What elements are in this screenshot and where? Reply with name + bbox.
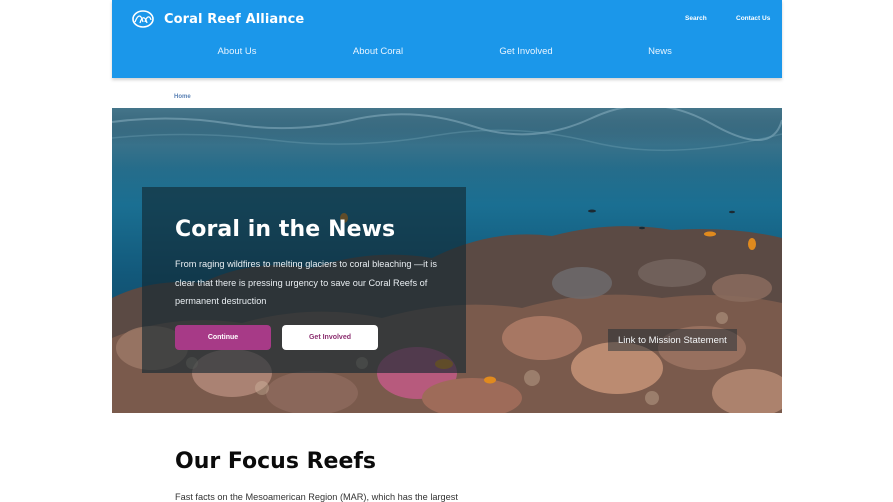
main-nav: About Us About Coral Get Involved News: [112, 46, 782, 60]
nav-about-coral[interactable]: About Coral: [353, 46, 403, 57]
nav-get-involved[interactable]: Get Involved: [499, 46, 552, 57]
nav-about-us[interactable]: About Us: [217, 46, 256, 57]
continue-button[interactable]: Continue: [175, 325, 271, 350]
get-involved-button[interactable]: Get Involved: [282, 325, 378, 350]
section-intro: Fast facts on the Mesoamerican Region (M…: [175, 492, 458, 502]
contact-us-link[interactable]: Contact Us: [736, 15, 770, 22]
nav-news[interactable]: News: [648, 46, 672, 57]
coral-logo-icon: [132, 10, 154, 28]
search-link[interactable]: Search: [685, 15, 707, 22]
hero-description: From raging wildfires to melting glacier…: [175, 259, 437, 306]
brand-home-link[interactable]: Coral Reef Alliance: [132, 10, 304, 28]
hero-text-panel: Coral in the News From raging wildfires …: [142, 187, 466, 373]
breadcrumb-home[interactable]: Home: [174, 94, 191, 100]
hero-title: Coral in the News: [175, 217, 396, 242]
mission-statement-link[interactable]: Link to Mission Statement: [608, 329, 737, 351]
site-header: Coral Reef Alliance Search Contact Us Ab…: [112, 0, 782, 78]
hero-banner: Coral in the News From raging wildfires …: [112, 108, 782, 413]
section-title: Our Focus Reefs: [175, 449, 377, 474]
brand-name: Coral Reef Alliance: [164, 11, 305, 27]
